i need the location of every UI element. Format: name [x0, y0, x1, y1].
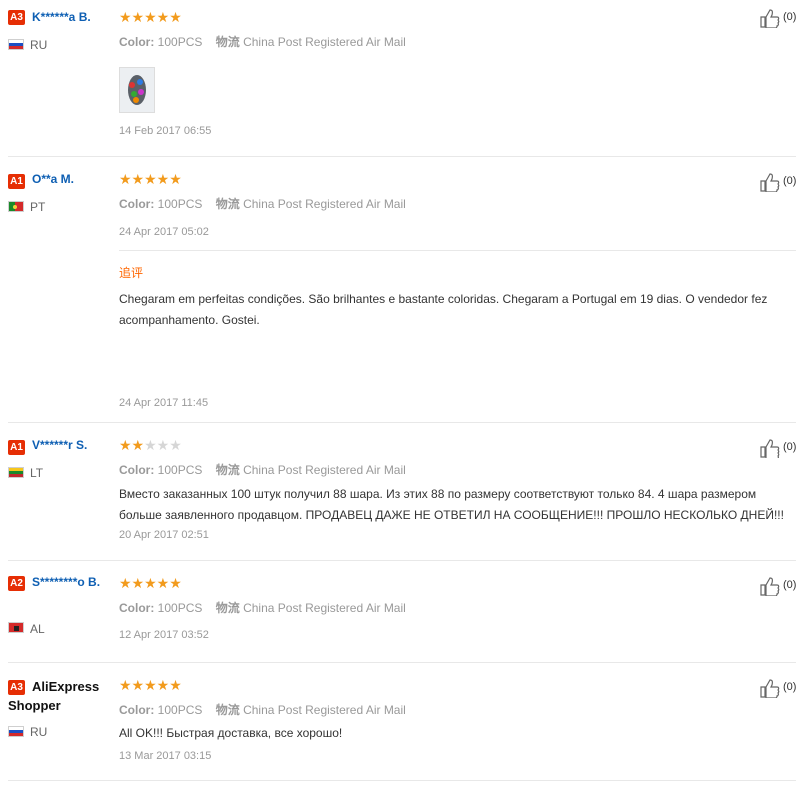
buyer-level-badge: A3	[8, 10, 25, 25]
thumbs-up-icon	[760, 173, 780, 192]
order-info: Color: 100PCS 物流 China Post Registered A…	[119, 463, 406, 477]
order-info: Color: 100PCS 物流 China Post Registered A…	[119, 601, 406, 615]
reviewer-country: AL	[30, 622, 45, 636]
review-date: 14 Feb 2017 06:55	[119, 125, 212, 137]
thumbs-up-icon	[760, 9, 780, 28]
review-date: 24 Apr 2017 05:02	[119, 226, 209, 238]
reviewer-country: PT	[30, 200, 46, 214]
like-count: (0)	[783, 681, 797, 693]
order-info: Color: 100PCS 物流 China Post Registered A…	[119, 35, 406, 49]
photo-image	[120, 68, 154, 112]
reviewer-name: AliExpress Shopper	[8, 679, 100, 713]
like-button[interactable]: (0)	[760, 438, 800, 458]
star-rating: ★★★★★	[119, 437, 182, 453]
country-flag-icon	[8, 39, 24, 50]
star-rating: ★★★★★	[119, 171, 182, 187]
order-info: Color: 100PCS 物流 China Post Registered A…	[119, 197, 406, 211]
country-flag-icon	[8, 622, 24, 633]
like-button[interactable]: (0)	[760, 172, 800, 192]
review-text: All OK!!! Быстрая доставка, все хорошо!	[119, 726, 343, 740]
thumbs-up-icon	[760, 439, 780, 458]
additional-review-text: Chegaram em perfeitas condições. São bri…	[119, 292, 768, 327]
review-divider	[8, 560, 796, 561]
reviewer-name: S********o B.	[32, 575, 101, 589]
reviewer-name: V******r S.	[32, 438, 88, 452]
buyer-level-badge: A1	[8, 174, 25, 189]
thumbs-up-icon	[760, 577, 780, 596]
reviewer-country: LT	[30, 466, 44, 480]
review-divider	[8, 156, 796, 157]
country-flag-icon	[8, 726, 24, 737]
buyer-level-badge: A1	[8, 440, 25, 455]
like-button[interactable]: (0)	[760, 576, 800, 596]
review-divider	[8, 780, 796, 781]
star-rating: ★★★★★	[119, 575, 182, 591]
review-date: 13 Mar 2017 03:15	[119, 750, 212, 762]
additional-review-date: 24 Apr 2017 11:45	[119, 397, 209, 409]
review-divider	[8, 662, 796, 663]
country-flag-icon	[8, 201, 24, 212]
country-flag-icon	[8, 467, 24, 478]
reviewer-name: O**a M.	[32, 172, 75, 186]
like-count: (0)	[783, 441, 797, 453]
thumbs-up-icon	[760, 679, 780, 698]
like-button[interactable]: (0)	[760, 8, 800, 28]
reviewer-country: RU	[30, 38, 48, 52]
like-count: (0)	[783, 11, 797, 23]
followup-divider	[119, 250, 796, 251]
reviewer-name: K******a B.	[32, 10, 91, 24]
star-rating: ★★★★★	[119, 9, 182, 25]
like-count: (0)	[783, 175, 797, 187]
review-photo-thumbnail[interactable]	[119, 67, 155, 113]
review-date: 12 Apr 2017 03:52	[119, 629, 209, 641]
star-rating: ★★★★★	[119, 677, 182, 693]
reviewer-country: RU	[30, 725, 48, 739]
review-text: Вместо заказанных 100 штук получил 88 ша…	[119, 487, 784, 522]
review-date: 20 Apr 2017 02:51	[119, 529, 209, 541]
buyer-level-badge: A2	[8, 576, 25, 591]
order-info: Color: 100PCS 物流 China Post Registered A…	[119, 703, 406, 717]
review-divider	[8, 422, 796, 423]
like-button[interactable]: (0)	[760, 678, 800, 698]
like-count: (0)	[783, 579, 797, 591]
additional-review-label: 追评	[119, 266, 144, 280]
